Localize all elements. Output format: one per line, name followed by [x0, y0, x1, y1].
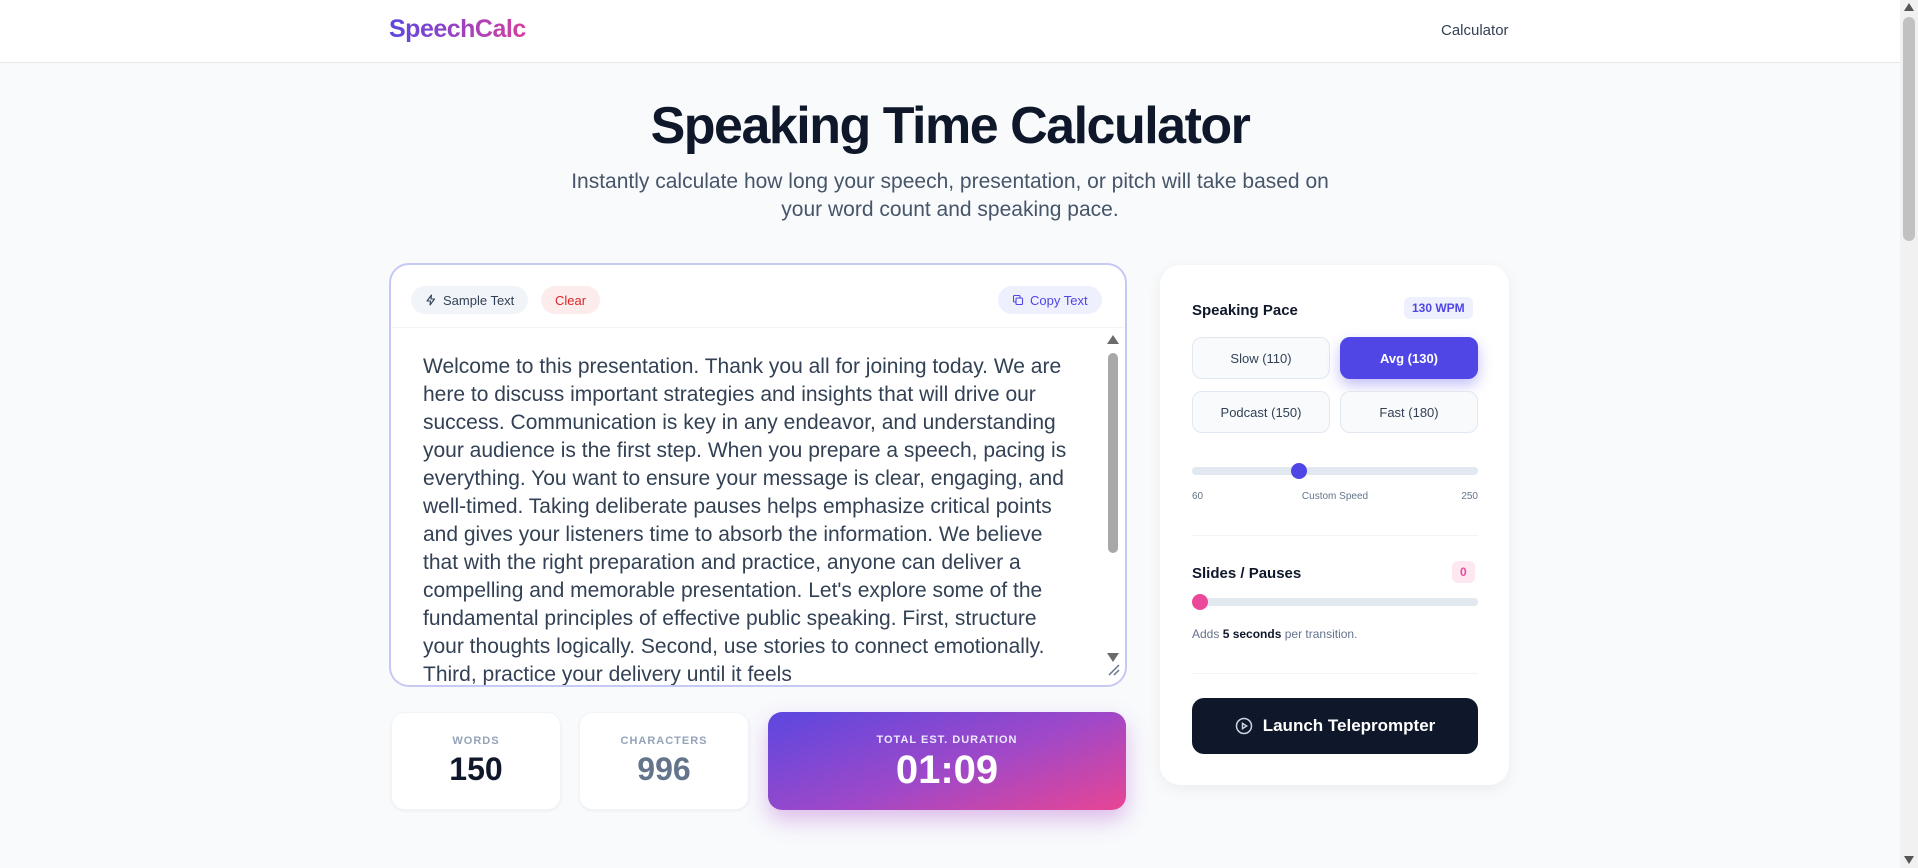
- duration-stat-card: TOTAL EST. DURATION 01:09: [768, 712, 1126, 810]
- pace-button-slow[interactable]: Slow (110): [1192, 337, 1330, 379]
- slides-count-badge: 0: [1452, 561, 1475, 583]
- wpm-badge: 130 WPM: [1404, 297, 1473, 319]
- words-value: 150: [449, 751, 503, 787]
- slides-slider-track[interactable]: [1192, 598, 1478, 606]
- sample-text-button[interactable]: Sample Text: [411, 286, 529, 314]
- words-stat-card: WORDS 150: [391, 712, 561, 810]
- divider: [1192, 535, 1478, 536]
- slider-caption: Custom Speed: [1301, 491, 1369, 502]
- launch-teleprompter-label: Launch Teleprompter: [1262, 716, 1436, 735]
- page-scrollbar[interactable]: [1900, 0, 1918, 868]
- slider-max-label: 250: [1461, 491, 1478, 502]
- sample-text-label: Sample Text: [443, 292, 515, 308]
- text-editor-card: Sample Text Clear Copy Text Welcome to t…: [389, 263, 1127, 687]
- lightning-icon: [426, 294, 436, 306]
- editor-toolbar: Sample Text Clear Copy Text: [391, 265, 1125, 328]
- speaking-pace-title: Speaking Pace: [1192, 302, 1298, 319]
- slider-min-label: 60: [1192, 491, 1204, 502]
- pace-button-fast[interactable]: Fast (180): [1340, 391, 1478, 433]
- launch-teleprompter-button[interactable]: Launch Teleprompter: [1192, 698, 1478, 754]
- slides-note-bold: 5 seconds: [1222, 627, 1282, 641]
- slides-slider-knob[interactable]: [1192, 594, 1208, 610]
- speech-textarea[interactable]: Welcome to this presentation. Thank you …: [423, 353, 1073, 685]
- clear-label: Clear: [555, 292, 587, 308]
- slides-note-prefix: Adds: [1192, 627, 1223, 641]
- custom-speed-slider-knob[interactable]: [1291, 463, 1308, 479]
- page-subtitle: Instantly calculate how long your speech…: [571, 170, 1329, 221]
- custom-speed-slider-track[interactable]: [1192, 467, 1478, 475]
- characters-value: 996: [637, 751, 691, 787]
- duration-label: TOTAL EST. DURATION: [876, 734, 1018, 746]
- textarea-scrollbar[interactable]: [1103, 331, 1121, 666]
- divider: [1192, 673, 1478, 674]
- resize-handle-icon[interactable]: [1103, 659, 1123, 679]
- scroll-down-arrow-icon[interactable]: [1904, 856, 1914, 864]
- top-navbar: SpeechCalc Calculator: [0, 0, 1900, 63]
- scrollbar-thumb[interactable]: [1903, 17, 1915, 241]
- nav-link-calculator[interactable]: Calculator: [1441, 22, 1509, 39]
- characters-label: CHARACTERS: [620, 735, 708, 747]
- copy-text-button[interactable]: Copy Text: [998, 286, 1102, 314]
- slides-pauses-title: Slides / Pauses: [1192, 565, 1302, 582]
- play-circle-icon: [1235, 717, 1252, 735]
- settings-card: Speaking Pace 130 WPM Slow (110) Avg (13…: [1160, 265, 1509, 785]
- copy-text-label: Copy Text: [1030, 292, 1088, 308]
- textarea-scroll-thumb[interactable]: [1108, 353, 1118, 553]
- scroll-up-arrow-icon[interactable]: [1904, 3, 1914, 11]
- textarea-scroll-up-icon[interactable]: [1107, 335, 1119, 344]
- pace-button-avg[interactable]: Avg (130): [1340, 337, 1478, 379]
- slides-note-suffix: per transition.: [1281, 627, 1358, 641]
- pace-button-podcast[interactable]: Podcast (150): [1192, 391, 1330, 433]
- duration-value: 01:09: [895, 748, 999, 792]
- page-title: Speaking Time Calculator: [650, 97, 1251, 155]
- copy-icon: [1012, 294, 1024, 306]
- clear-button[interactable]: Clear: [541, 286, 601, 314]
- slides-note: Adds 5 seconds per transition.: [1192, 627, 1357, 641]
- characters-stat-card: CHARACTERS 996: [579, 712, 749, 810]
- words-label: WORDS: [452, 735, 500, 747]
- logo[interactable]: SpeechCalc: [389, 15, 526, 44]
